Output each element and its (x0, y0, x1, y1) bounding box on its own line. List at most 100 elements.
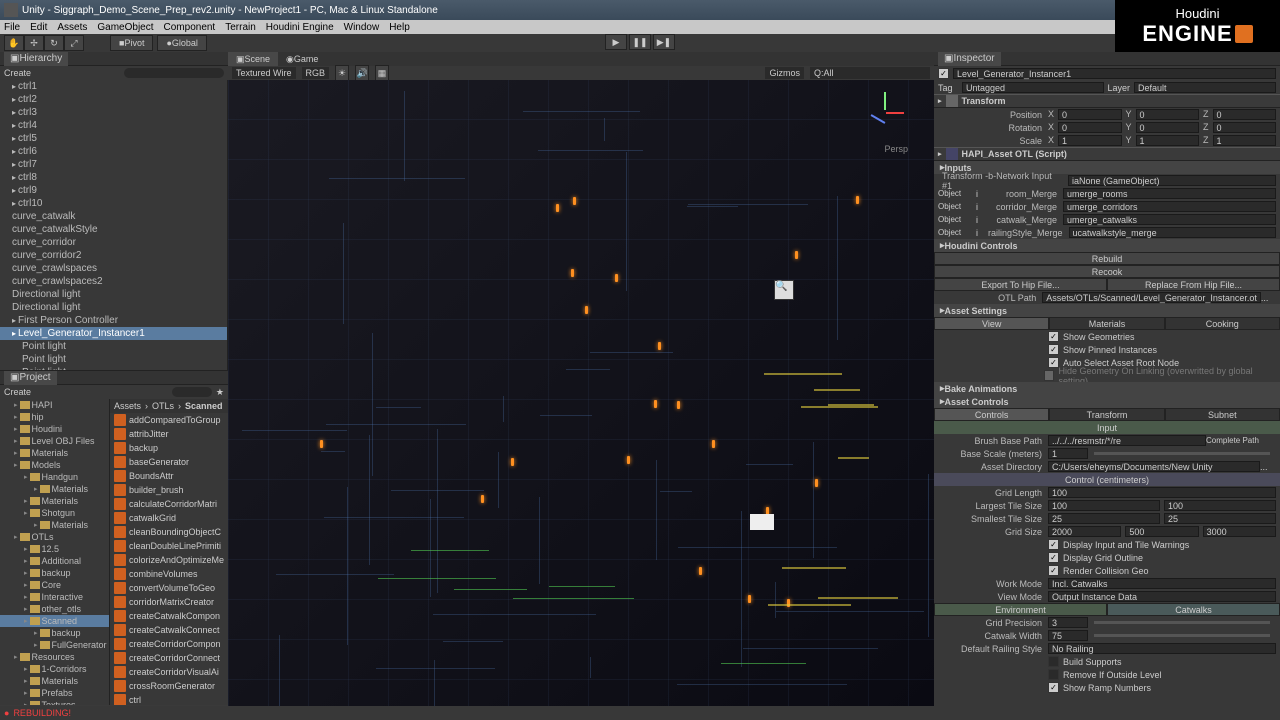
hierarchy-item[interactable]: Point light (0, 353, 227, 366)
hierarchy-list[interactable]: ctrl1ctrl2ctrl3ctrl4ctrl5ctrl6ctrl7ctrl8… (0, 80, 228, 370)
input-field[interactable]: iaNone (GameObject) (1068, 175, 1276, 186)
menubar[interactable]: FileEditAssetsGameObjectComponentTerrain… (0, 20, 1280, 34)
replace-hip-button[interactable]: Replace From Hip File... (1107, 278, 1280, 291)
grid-size-3[interactable]: 3000 (1203, 526, 1276, 537)
tag-dropdown[interactable]: Untagged (962, 82, 1104, 93)
tab-view[interactable]: View (934, 317, 1049, 330)
folder-item[interactable]: backup (0, 567, 109, 579)
folder-item[interactable]: Core (0, 579, 109, 591)
grid-size-1[interactable]: 2000 (1048, 526, 1121, 537)
asset-item[interactable]: cleanBoundingObjectC (110, 525, 228, 539)
tab-materials[interactable]: Materials (1049, 317, 1164, 330)
houdini-controls-header[interactable]: ▸ Houdini Controls (934, 239, 1280, 252)
folder-item[interactable]: Interactive (0, 591, 109, 603)
asset-item[interactable]: calculateCorridorMatri (110, 497, 228, 511)
catwalk-width-field[interactable]: 75 (1048, 630, 1088, 641)
folder-item[interactable]: Houdini (0, 423, 109, 435)
input-field[interactable]: umerge_catwalks (1063, 214, 1276, 225)
object-button[interactable]: Object (938, 228, 976, 237)
env-tab[interactable]: Catwalks (1107, 603, 1280, 616)
tab-transform[interactable]: Transform (1049, 408, 1164, 421)
scale-x[interactable]: 1 (1058, 135, 1121, 146)
input-field[interactable]: ucatwalkstyle_merge (1069, 227, 1276, 238)
folder-item[interactable]: HAPI (0, 399, 109, 411)
asset-item[interactable]: builder_brush (110, 483, 228, 497)
object-name[interactable]: Level_Generator_Instancer1 (953, 68, 1276, 79)
browse-button[interactable]: ... (1261, 293, 1276, 303)
fx-toggle[interactable]: ▦ (375, 65, 389, 81)
filter-icon[interactable]: ★ (216, 387, 224, 398)
folder-item[interactable]: Handgun (0, 471, 109, 483)
export-hip-button[interactable]: Export To Hip File... (934, 278, 1107, 291)
menu-edit[interactable]: Edit (30, 22, 47, 33)
menu-gameobject[interactable]: GameObject (97, 22, 153, 33)
grid-size-2[interactable]: 500 (1125, 526, 1198, 537)
show-pinned-cb[interactable]: ✓ (1048, 344, 1059, 355)
asset-settings-header[interactable]: ▸ Asset Settings (934, 304, 1280, 317)
hierarchy-item[interactable]: curve_crawlspaces (0, 262, 227, 275)
step-button[interactable]: ▶❚ (653, 34, 675, 50)
pause-button[interactable]: ❚❚ (629, 34, 651, 50)
hierarchy-item[interactable]: Directional light (0, 301, 227, 314)
hierarchy-item[interactable]: ctrl3 (0, 106, 227, 119)
asset-item[interactable]: colorizeAndOptimizeMe (110, 553, 228, 567)
folder-item[interactable]: Materials (0, 447, 109, 459)
hierarchy-item[interactable]: curve_catwalkStyle (0, 223, 227, 236)
asset-item[interactable]: corridorMatrixCreator (110, 595, 228, 609)
menu-terrain[interactable]: Terrain (225, 22, 256, 33)
asset-item[interactable]: createCorridorVisualAi (110, 665, 228, 679)
tab-subnet[interactable]: Subnet (1165, 408, 1280, 421)
folder-item[interactable]: backup (0, 627, 109, 639)
shading-dropdown[interactable]: Textured Wire (232, 67, 296, 79)
hierarchy-item[interactable]: ctrl7 (0, 158, 227, 171)
rot-z[interactable]: 0 (1213, 122, 1276, 133)
pos-y[interactable]: 0 (1136, 109, 1199, 120)
warnings-cb[interactable]: ✓ (1048, 539, 1059, 550)
menu-help[interactable]: Help (389, 22, 410, 33)
asset-dir-field[interactable]: C:/Users/eheyms/Documents/New Unity Proj… (1048, 461, 1260, 472)
ramp-numbers-cb[interactable]: ✓ (1048, 682, 1059, 693)
asset-item[interactable]: attribJitter (110, 427, 228, 441)
collision-cb[interactable]: ✓ (1048, 565, 1059, 576)
view-mode-dropdown[interactable]: Output Instance Data (1048, 591, 1276, 602)
hierarchy-item[interactable]: Point light (0, 340, 227, 353)
recook-button[interactable]: Recook (934, 265, 1280, 278)
hierarchy-item[interactable]: ctrl9 (0, 184, 227, 197)
gizmos-dropdown[interactable]: Gizmos (765, 67, 804, 79)
rgb-dropdown[interactable]: RGB (302, 67, 330, 79)
scene-viewport[interactable]: Persp 🔍 (228, 80, 934, 720)
light-toggle[interactable]: ☀ (335, 65, 349, 81)
project-search[interactable] (172, 387, 212, 397)
asset-item[interactable]: createCorridorCompon (110, 637, 228, 651)
grid-length-field[interactable]: 100 (1048, 487, 1276, 498)
complete-path-button[interactable]: Complete Path (1206, 436, 1276, 445)
rot-y[interactable]: 0 (1136, 122, 1199, 133)
tab-game[interactable]: ◉ Game (278, 52, 326, 66)
asset-item[interactable]: createCatwalkConnect (110, 623, 228, 637)
smallest-tile-2[interactable]: 25 (1164, 513, 1276, 524)
asset-item[interactable]: combineVolumes (110, 567, 228, 581)
folder-item[interactable]: 12.5 (0, 543, 109, 555)
folder-item[interactable]: Level OBJ Files (0, 435, 109, 447)
tab-cooking[interactable]: Cooking (1165, 317, 1280, 330)
asset-list[interactable]: Assets›OTLs›Scanned addComparedToGroupat… (110, 399, 228, 705)
scale-tool[interactable]: ⤢ (64, 35, 84, 51)
hapi-section[interactable]: HAPI_Asset OTL (Script) (934, 147, 1280, 161)
folder-item[interactable]: Additional (0, 555, 109, 567)
hierarchy-item[interactable]: curve_corridor (0, 236, 227, 249)
railing-dropdown[interactable]: No Railing (1048, 643, 1276, 654)
scene-tabs[interactable]: ▣ Scene ◉ Game (228, 52, 934, 66)
hierarchy-item[interactable]: ctrl10 (0, 197, 227, 210)
scene-search[interactable]: Q:All (810, 67, 930, 79)
create-dropdown[interactable]: Create (4, 68, 31, 78)
smallest-tile-1[interactable]: 25 (1048, 513, 1160, 524)
grid-prec-field[interactable]: 3 (1048, 617, 1088, 628)
hierarchy-item[interactable]: curve_crawlspaces2 (0, 275, 227, 288)
folder-item[interactable]: other_otls (0, 603, 109, 615)
show-geom-cb[interactable]: ✓ (1048, 331, 1059, 342)
menu-assets[interactable]: Assets (57, 22, 87, 33)
folder-item[interactable]: Resources (0, 651, 109, 663)
asset-dir-browse[interactable]: ... (1260, 462, 1276, 472)
work-mode-dropdown[interactable]: Incl. Catwalks (1048, 578, 1276, 589)
hierarchy-item[interactable]: ctrl8 (0, 171, 227, 184)
